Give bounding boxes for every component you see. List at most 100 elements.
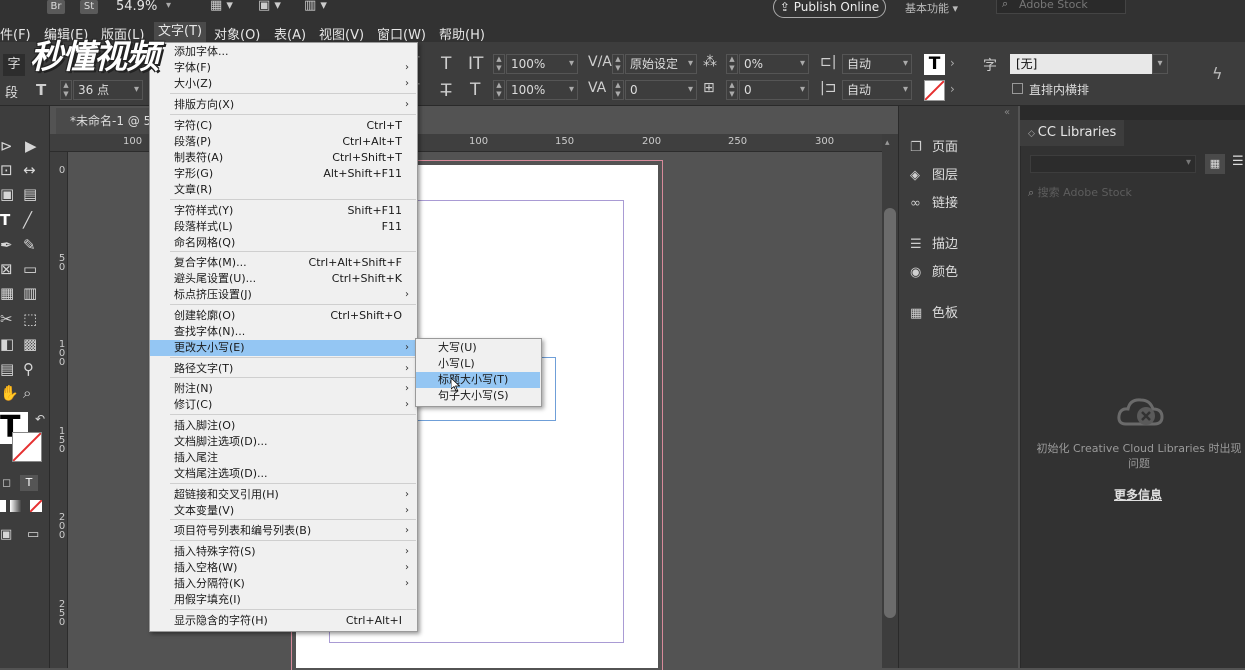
quick-apply-icon[interactable]: ϟ (1212, 64, 1223, 83)
submenu-item[interactable]: 标题大小写(T) (416, 372, 540, 388)
menu-view[interactable]: 视图(V) (319, 24, 364, 43)
cc-libraries-tab[interactable]: ◇ CC Libraries (1020, 120, 1124, 146)
menu-item[interactable]: 添加字体... (150, 44, 417, 60)
menu-item[interactable]: 显示隐含的字符(H) Ctrl+Alt+I (150, 613, 417, 629)
menu-item[interactable]: 段落样式(L) F11 (150, 219, 417, 235)
horizontal-scale-field[interactable]: 100% ▾ (506, 80, 578, 100)
menu-item[interactable]: 修订(C) › (150, 397, 417, 413)
hand-tool-icon[interactable]: ✋ (0, 384, 19, 402)
menu-item[interactable]: 插入分隔符(K) › (150, 576, 417, 592)
menu-item[interactable]: 创建轮廓(O) Ctrl+Shift+O (150, 308, 417, 324)
menu-item[interactable]: 文本变量(V) › (150, 503, 417, 519)
fill-color-swatch[interactable]: T (924, 54, 945, 75)
bridge-badge[interactable]: Br (47, 0, 65, 14)
selection-tool-icon[interactable]: ⊳ (0, 137, 13, 155)
scrollbar-thumb[interactable] (884, 208, 896, 618)
horizontal-scale-stepper[interactable]: ▲ ▼ (493, 80, 505, 100)
vertical-grid-tool-icon[interactable]: ▥ (23, 284, 37, 302)
free-transform-tool-icon[interactable]: ⬚ (23, 310, 37, 328)
panel-stroke[interactable]: ☰ 描边 (910, 233, 958, 252)
menu-item[interactable]: 字符(C) Ctrl+T (150, 118, 417, 134)
character-mode-button[interactable]: 字 (3, 54, 25, 76)
menu-table[interactable]: 表(A) (274, 24, 306, 43)
content-placer-icon[interactable]: ▤ (23, 185, 37, 203)
menu-object[interactable]: 对象(O) (214, 24, 260, 43)
menu-item[interactable]: 制表符(A) Ctrl+Shift+T (150, 150, 417, 166)
library-dropdown[interactable]: ▾ (1030, 155, 1196, 173)
menu-item[interactable]: 文章(R) (150, 182, 417, 198)
chevron-down-icon[interactable]: ▾ (166, 0, 171, 11)
panel-links[interactable]: ∞ 链接 (910, 192, 958, 211)
vertical-ruler[interactable] (50, 152, 68, 668)
scroll-up-icon[interactable]: ▴ (885, 138, 890, 148)
menu-item[interactable]: 插入尾注 (150, 450, 417, 466)
screen-mode-icon[interactable]: ▣ ▾ (258, 0, 281, 13)
menu-help[interactable]: 帮助(H) (439, 24, 485, 43)
workspace-switcher[interactable]: 基本功能 ▾ (905, 0, 958, 16)
menu-item[interactable]: 命名网格(Q) (150, 235, 417, 251)
menu-item[interactable]: 字体(F) › (150, 60, 417, 76)
list-view-icon[interactable]: ☰ (1232, 154, 1244, 169)
aki-right-field[interactable]: 自动 ▾ (842, 80, 912, 100)
paragraph-mode-button[interactable]: 段 (5, 82, 18, 101)
horizontal-grid-tool-icon[interactable]: ▦ (0, 284, 14, 302)
menu-item[interactable]: 文档尾注选项(D)... (150, 466, 417, 482)
cc-search-input[interactable]: ⌕ 搜索 Adobe Stock (1028, 184, 1238, 200)
menu-item[interactable]: 字符样式(Y) Shift+F11 (150, 203, 417, 219)
submenu-item[interactable]: 大写(U) (416, 340, 540, 356)
menu-item[interactable]: 字形(G) Alt+Shift+F11 (150, 166, 417, 182)
panel-color[interactable]: ◉ 颜色 (910, 261, 958, 280)
direct-selection-tool-icon[interactable]: ▶ (25, 137, 37, 155)
menu-item[interactable]: 文档脚注选项(D)... (150, 434, 417, 450)
panel-swatches[interactable]: ▦ 色板 (910, 302, 958, 321)
stroke-swatch-icon[interactable] (12, 432, 42, 462)
scissors-tool-icon[interactable]: ✂ (0, 310, 13, 328)
formatting-text-icon[interactable]: T (20, 475, 38, 491)
rectangle-frame-tool-icon[interactable]: ⊠ (0, 260, 13, 278)
menu-item[interactable]: 插入脚注(O) (150, 418, 417, 434)
gap-tool-icon[interactable]: ↔ (23, 161, 36, 179)
menu-item[interactable]: 插入空格(W) › (150, 560, 417, 576)
zoom-tool-icon[interactable]: ⌕ (23, 384, 31, 402)
type-tool-icon[interactable]: T (0, 211, 10, 229)
stock-badge[interactable]: St (80, 0, 98, 14)
menu-item[interactable]: 排版方向(X) › (150, 97, 417, 113)
note-tool-icon[interactable]: ▤ (0, 360, 14, 378)
menu-item[interactable]: 附注(N) › (150, 381, 417, 397)
formatting-container-icon[interactable]: ◻ (2, 476, 11, 489)
pen-tool-icon[interactable]: ✒ (0, 236, 13, 254)
menu-item[interactable]: 插入特殊字符(S) › (150, 544, 417, 560)
chevron-right-icon[interactable]: › (950, 56, 955, 70)
panel-layers[interactable]: ◈ 图层 (910, 164, 958, 183)
content-collector-icon[interactable]: ▣ (0, 185, 14, 203)
tsume-stepper[interactable]: ▲ ▼ (726, 54, 738, 74)
pencil-tool-icon[interactable]: ✎ (23, 236, 36, 254)
font-size-stepper[interactable]: ▲ ▼ (60, 80, 72, 100)
swap-fill-stroke-icon[interactable]: ↶ (35, 412, 45, 426)
stock-search-input[interactable]: ⌕ Adobe Stock (996, 0, 1126, 14)
document-tab[interactable]: *未命名-1 @ 5 (56, 108, 156, 134)
panel-pages[interactable]: ❐ 页面 (910, 136, 958, 155)
grid-view-icon[interactable]: ▦ (1205, 154, 1225, 174)
char-style-field[interactable]: [无] (1010, 54, 1152, 74)
menu-item[interactable]: 更改大小写(E) › (150, 340, 417, 356)
font-size-field[interactable]: 36 点 ▾ (73, 80, 143, 100)
kerning-field[interactable]: 原始设定 ▾ (625, 54, 697, 74)
kerning-stepper[interactable]: ▲ ▼ (612, 54, 624, 74)
view-options-icon[interactable]: ▦ ▾ (210, 0, 233, 13)
aki-left-field[interactable]: 自动 ▾ (842, 54, 912, 74)
menu-item[interactable]: 避头尾设置(U)... Ctrl+Shift+K (150, 271, 417, 287)
rectangle-tool-icon[interactable]: ▭ (23, 260, 37, 278)
menu-item[interactable]: 复合字体(M)... Ctrl+Alt+Shift+F (150, 255, 417, 271)
tracking-stepper[interactable]: ▲ ▼ (612, 80, 624, 100)
chevron-right-icon[interactable]: › (950, 82, 955, 96)
menu-item[interactable]: 项目符号列表和编号列表(B) › (150, 523, 417, 539)
eyedropper-tool-icon[interactable]: ⚲ (23, 360, 34, 378)
chevron-down-icon[interactable]: ▾ (1152, 54, 1168, 74)
line-tool-icon[interactable]: ╱ (23, 211, 32, 229)
menu-window[interactable]: 窗口(W) (377, 24, 426, 43)
submenu-item[interactable]: 小写(L) (416, 356, 540, 372)
gradient-swatch-tool-icon[interactable]: ◧ (0, 335, 14, 353)
gradient-feather-tool-icon[interactable]: ▩ (23, 335, 37, 353)
vertical-scale-field[interactable]: 100% ▾ (506, 54, 578, 74)
